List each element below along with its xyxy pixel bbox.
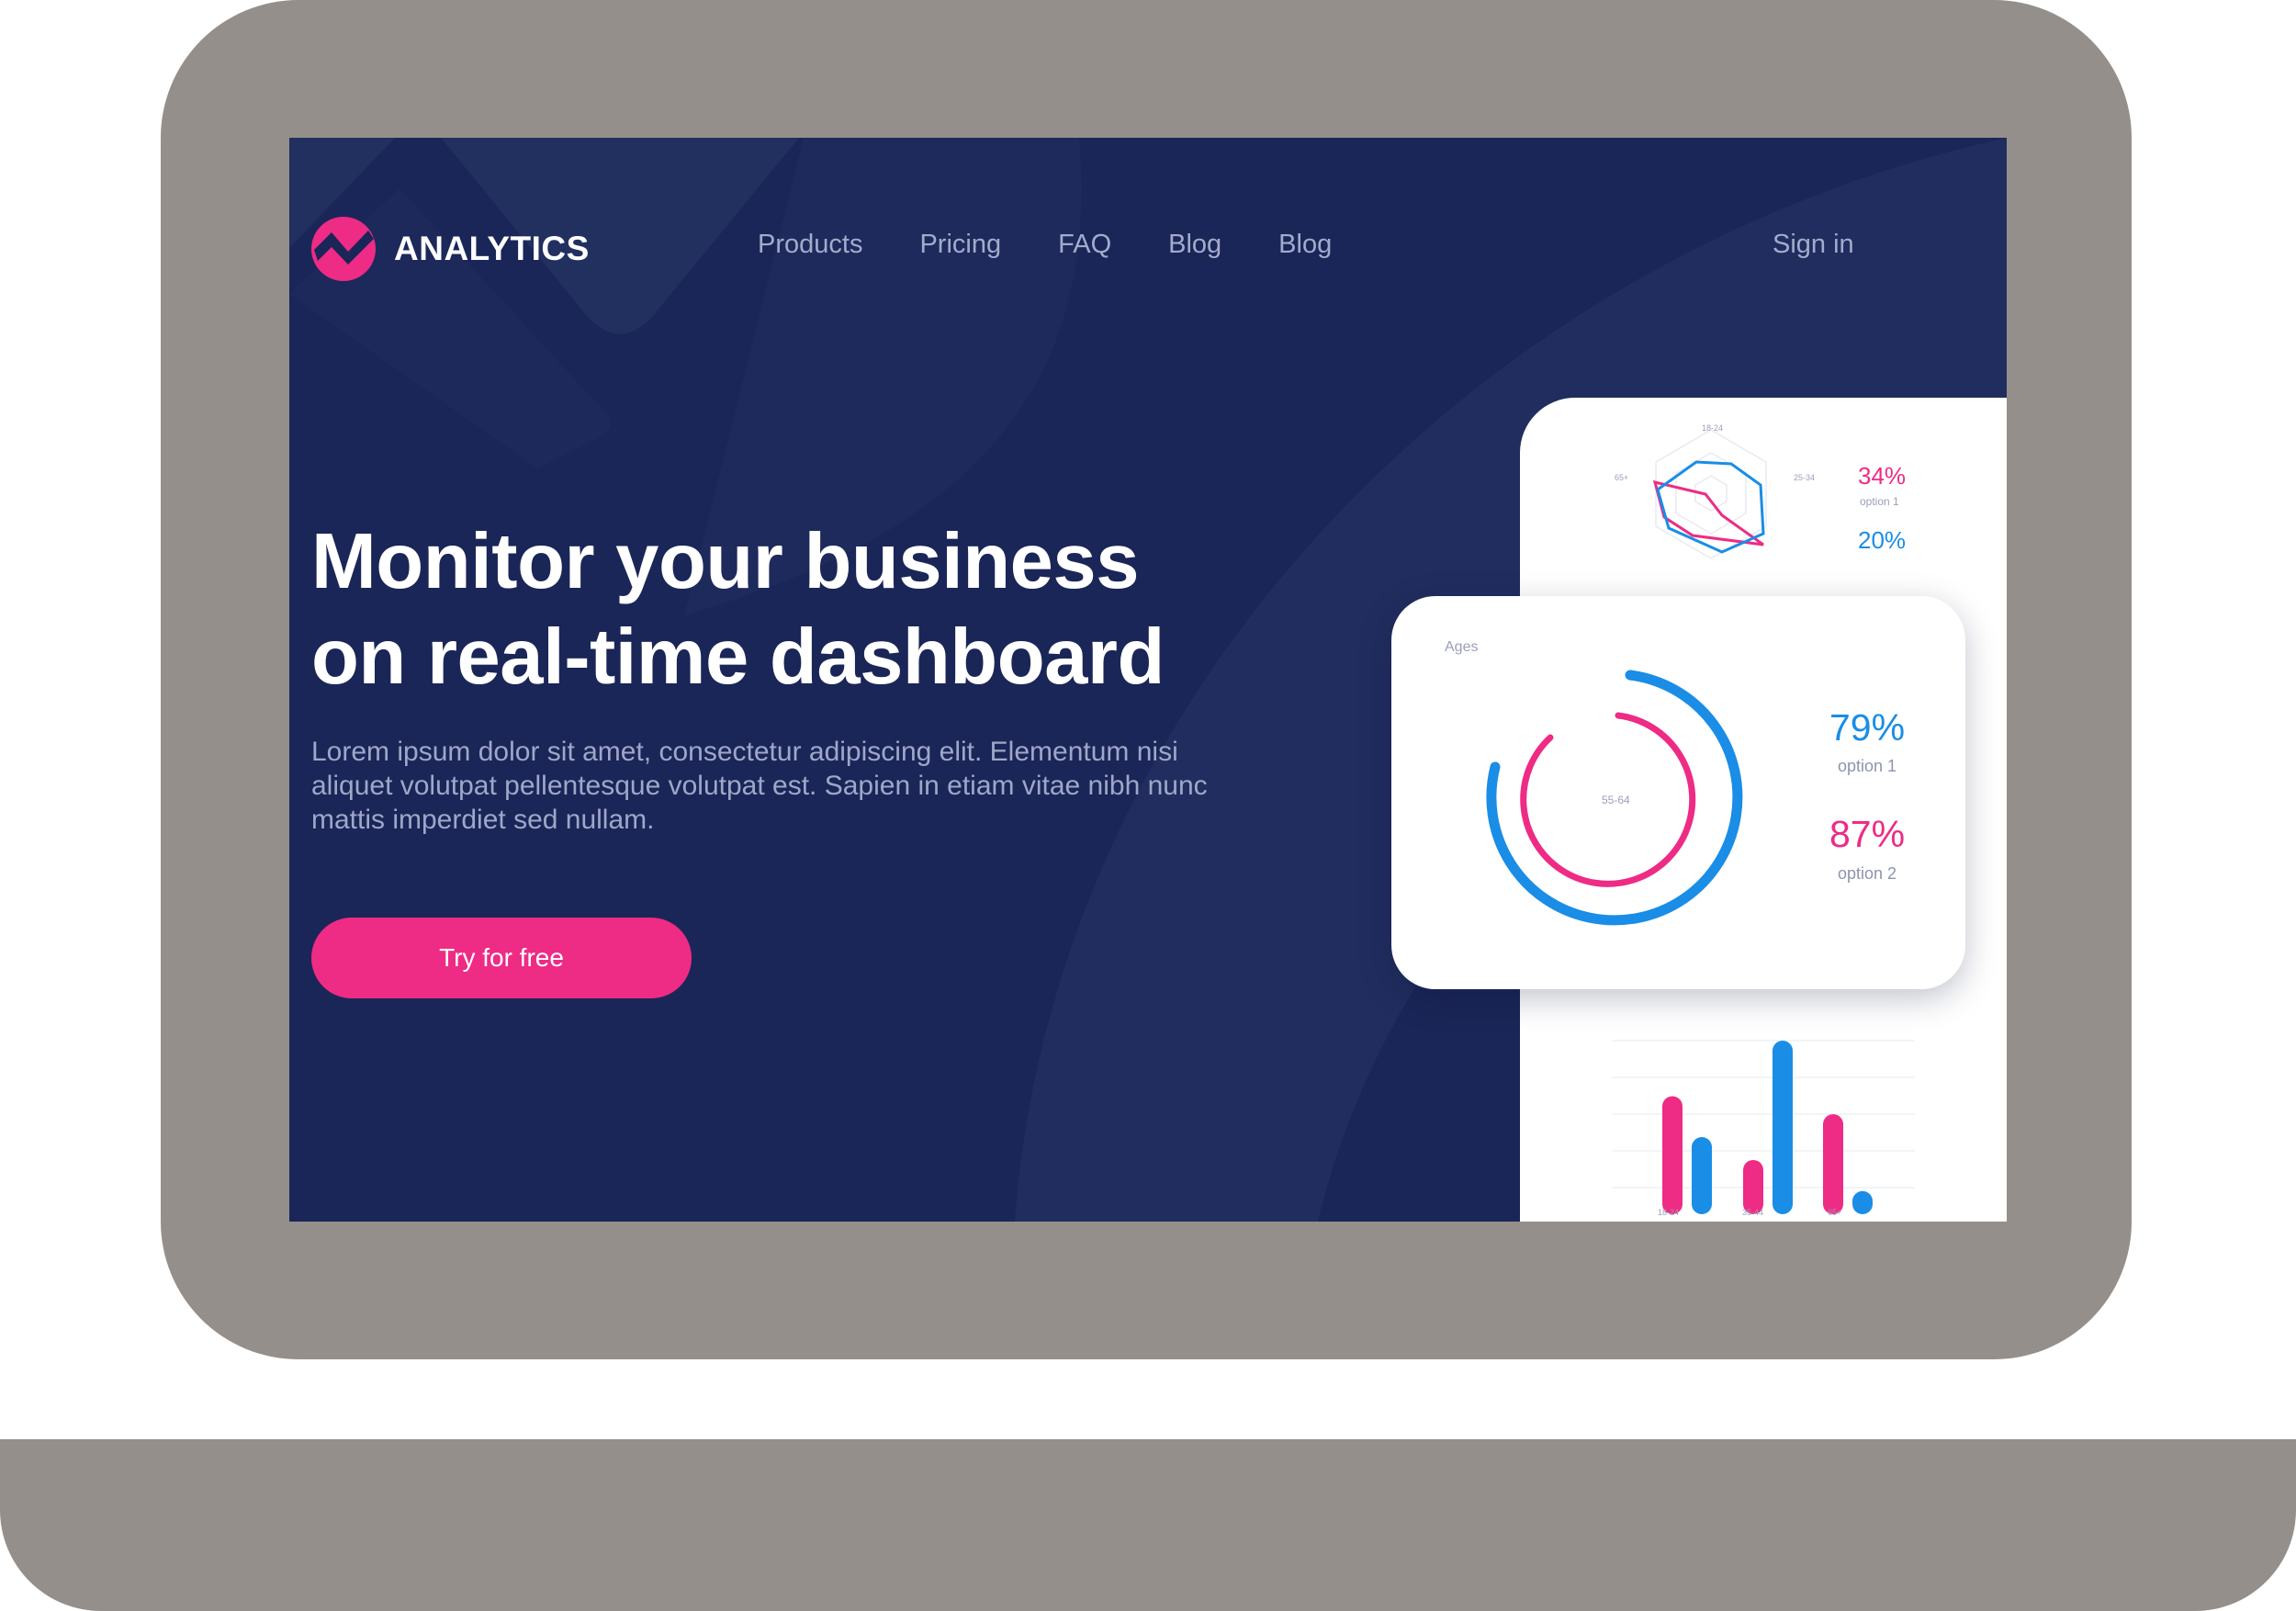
radar-option-1-label: option 1	[1860, 495, 1899, 508]
sign-in-link[interactable]: Sign in	[1773, 230, 1854, 260]
radar-axis-label: 18-24	[1702, 423, 1724, 433]
brand-logo[interactable]: ANALYTICS	[311, 217, 590, 281]
radar-option-1-value: 34%	[1858, 462, 1907, 490]
ages-card: Ages 55-64 79% option 1 87% option 2	[1391, 596, 1965, 989]
bar-65+-series-1	[1823, 1114, 1843, 1214]
ages-option-1-label: option 1	[1837, 757, 1897, 775]
radar-axis-label: 25-34	[1794, 473, 1816, 482]
bar-category-label: 65+	[1828, 1208, 1842, 1217]
ages-option-1-value: 79%	[1829, 706, 1906, 749]
laptop-base	[0, 1439, 2296, 1611]
main-nav: Products Pricing FAQ Blog Blog	[758, 230, 1332, 260]
bar-65+-series-2	[1852, 1190, 1873, 1214]
bar-18-24-series-1	[1662, 1096, 1683, 1214]
nav-item-blog[interactable]: Blog	[1168, 230, 1221, 260]
nav-item-blog-2[interactable]: Blog	[1278, 230, 1332, 260]
try-for-free-button[interactable]: Try for free	[311, 918, 692, 998]
radar-axis-label: 65+	[1615, 473, 1629, 482]
bar-18-24-series-2	[1692, 1137, 1712, 1214]
ages-option-2-label: option 2	[1837, 864, 1897, 883]
hero-title: Monitor your business on real-time dashb…	[311, 514, 1230, 705]
nav-item-faq[interactable]: FAQ	[1058, 230, 1111, 260]
bar-category-label: 18-24	[1658, 1208, 1680, 1217]
bar-category-label: 35-44	[1742, 1208, 1764, 1217]
logo-icon	[311, 217, 376, 281]
hero-description: Lorem ipsum dolor sit amet, consectetur …	[311, 737, 1208, 835]
nav-item-pricing[interactable]: Pricing	[919, 230, 1001, 260]
nav-item-products[interactable]: Products	[758, 230, 862, 260]
ages-option-2-value: 87%	[1829, 813, 1906, 855]
hero-title-line-1: Monitor your business	[311, 518, 1139, 605]
bar-35-44-series-1	[1743, 1159, 1763, 1214]
bar-35-44-series-2	[1773, 1041, 1793, 1214]
brand-name: ANALYTICS	[394, 230, 590, 267]
hero-title-line-2: on real-time dashboard	[311, 614, 1165, 701]
landing-page: ANALYTICS Products Pricing FAQ Blog Blog…	[289, 138, 2007, 1222]
donut-center-label: 55-64	[1602, 794, 1630, 806]
radar-option-2-value: 20%	[1858, 526, 1907, 554]
